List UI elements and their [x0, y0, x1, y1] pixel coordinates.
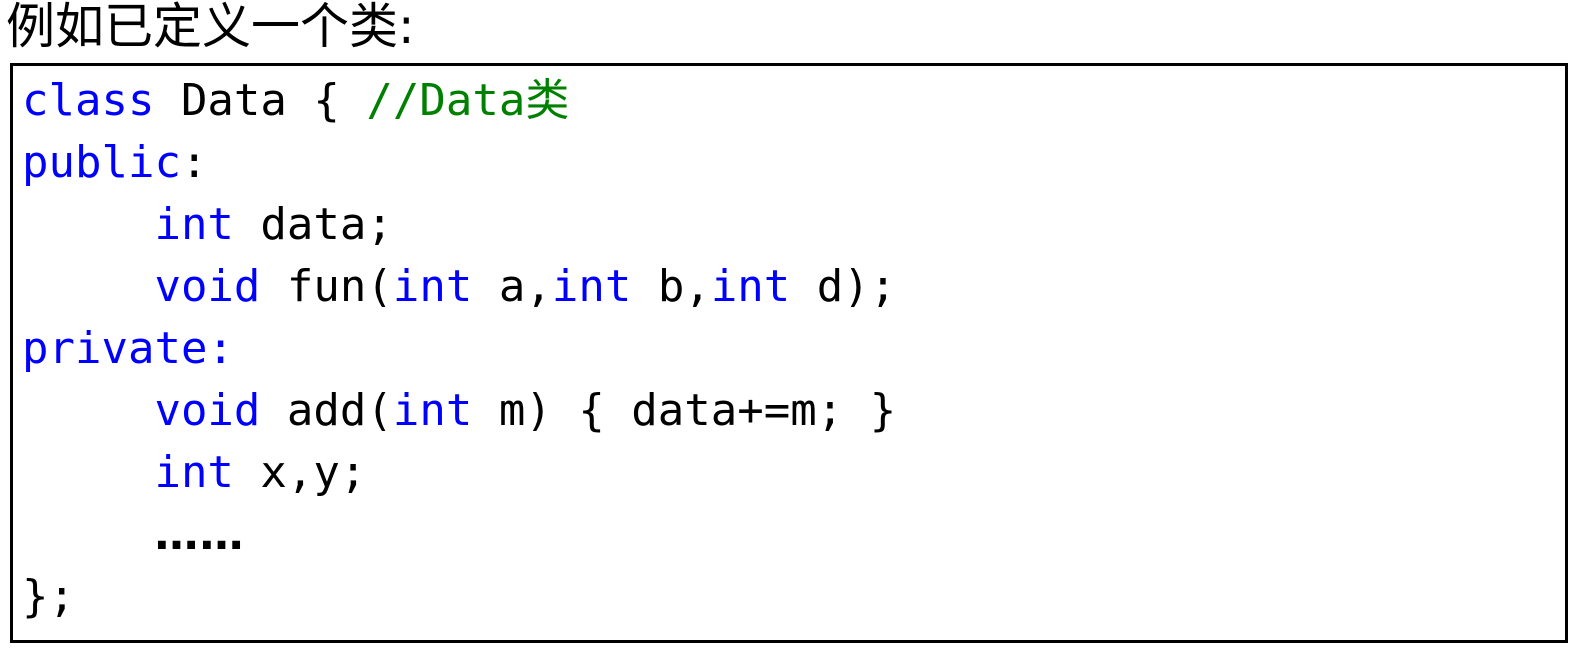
code-lines-list: class Data { //Data类 public: int data; vo… [22, 70, 1565, 640]
code-token-kw: int [392, 261, 473, 312]
code-line: int x,y; [22, 442, 1565, 504]
code-token-plain: b, [631, 261, 711, 312]
code-token-cmt: //Data类 [366, 75, 570, 126]
code-token-kw: int [154, 447, 234, 498]
code-token-plain: x,y; [233, 447, 367, 498]
code-token-kw: void [154, 261, 261, 312]
code-line: public: [22, 132, 1565, 194]
code-token-plain: d); [790, 261, 897, 312]
code-token-plain: Data { [154, 75, 367, 126]
code-token-kw: int [392, 385, 473, 436]
code-line: void fun(int a,int b,int d); [22, 256, 1565, 318]
code-line: …… [22, 504, 1565, 566]
code-line: }; [22, 566, 1565, 628]
code-token-plain: fun( [260, 261, 393, 312]
code-token-kw: int [710, 261, 791, 312]
code-token-kw: void [154, 385, 261, 436]
code-line: class Data { //Data类 [22, 70, 1565, 132]
code-line: private: [22, 318, 1565, 380]
code-token-plain: data; [233, 199, 393, 250]
page-title: 例如已定义一个类: [6, 0, 415, 55]
slide-canvas: 例如已定义一个类: class Data { //Data类 public: in… [0, 0, 1578, 654]
code-token-plain: : [180, 137, 208, 188]
code-token-plain: m) { data+=m; } [472, 385, 897, 436]
code-token-plain: }; [22, 571, 75, 622]
code-line: int data; [22, 194, 1565, 256]
code-token-dots: …… [154, 509, 245, 560]
code-line: void add(int m) { data+=m; } [22, 380, 1565, 442]
code-block-container: class Data { //Data类 public: int data; vo… [10, 63, 1568, 643]
code-token-kw: public [22, 137, 181, 188]
code-token-plain: a, [472, 261, 552, 312]
code-token-kw: class [22, 75, 155, 126]
code-token-kw: int [551, 261, 632, 312]
code-token-kw: private: [22, 323, 234, 374]
code-token-plain: add( [260, 385, 393, 436]
code-token-kw: int [154, 199, 234, 250]
